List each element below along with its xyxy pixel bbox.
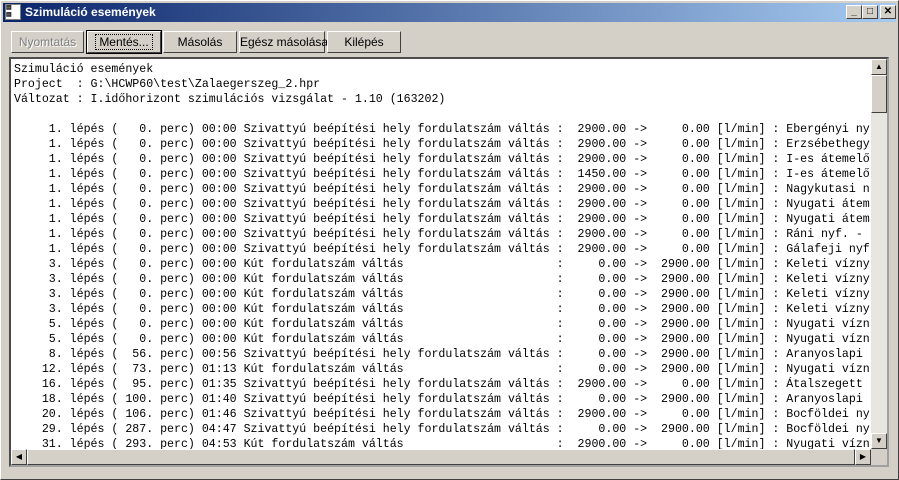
report-line: 8. lépés ( 56. perc) 00:56 Szivattyú beé… [14, 348, 870, 361]
title-bar[interactable]: ▤ ▤ Szimuláció események _ □ ✕ [3, 3, 896, 22]
horizontal-scroll-thumb[interactable] [27, 449, 855, 465]
toolbar: Nyomtatás Mentés... Másolás Egész másolá… [3, 25, 896, 55]
vertical-scroll-thumb[interactable] [871, 75, 887, 113]
exit-button[interactable]: Kilépés [327, 31, 401, 53]
scroll-up-button[interactable]: ▲ [871, 59, 887, 75]
report-line: 1. lépés ( 0. perc) 00:00 Szivattyú beép… [14, 228, 870, 241]
window-title: Szimuláció események [25, 5, 156, 19]
minimize-button[interactable]: _ [846, 5, 862, 19]
scroll-right-button[interactable]: ▶ [855, 449, 871, 465]
report-line [14, 107, 870, 122]
report-line: 1. lépés ( 0. perc) 00:00 Szivattyú beép… [14, 183, 870, 196]
report-line: 16. lépés ( 95. perc) 01:35 Szivattyú be… [14, 378, 870, 391]
report-line: 18. lépés ( 100. perc) 01:40 Szivattyú b… [14, 393, 870, 406]
save-button[interactable]: Mentés... [86, 30, 162, 54]
report-line: 29. lépés ( 287. perc) 04:47 Szivattyú b… [14, 423, 870, 436]
report-line: 3. lépés ( 0. perc) 00:00 Kút fordulatsz… [14, 273, 870, 286]
window: ▤ ▤ Szimuláció események _ □ ✕ Nyomtatás … [0, 0, 899, 480]
save-button-label: Mentés... [95, 34, 153, 50]
report-line: 1. lépés ( 0. perc) 00:00 Szivattyú beép… [14, 243, 870, 256]
horizontal-scrollbar[interactable]: ◀ ▶ [11, 449, 871, 465]
exit-button-label: Kilépés [344, 35, 384, 49]
copy-all-button-label: Egész másolása [240, 35, 329, 49]
report-line: 1. lépés ( 0. perc) 00:00 Szivattyú beép… [14, 153, 870, 166]
report-line: 1. lépés ( 0. perc) 00:00 Szivattyú beép… [14, 213, 870, 226]
report-line: 31. lépés ( 293. perc) 04:53 Kút fordula… [14, 438, 870, 449]
app-icon[interactable]: ▤ ▤ [5, 4, 21, 20]
report-line: 1. lépés ( 0. perc) 00:00 Szivattyú beép… [14, 198, 870, 211]
report-line: 1. lépés ( 0. perc) 00:00 Szivattyú beép… [14, 138, 870, 151]
copy-button[interactable]: Másolás [163, 31, 237, 53]
copy-all-button[interactable]: Egész másolása [239, 31, 329, 53]
scrollbar-corner [871, 449, 887, 465]
report-line: 20. lépés ( 106. perc) 01:46 Szivattyú b… [14, 408, 870, 421]
report-content[interactable]: Szimuláció események Project : G:\HCWP60\… [14, 62, 870, 449]
scroll-down-button[interactable]: ▼ [871, 433, 887, 449]
report-line: Változat : I.időhorizont szimulációs viz… [14, 93, 446, 106]
scroll-left-button[interactable]: ◀ [11, 449, 27, 465]
report-text-area[interactable]: Szimuláció események Project : G:\HCWP60\… [9, 57, 889, 467]
maximize-button[interactable]: □ [862, 5, 878, 19]
report-line: 3. lépés ( 0. perc) 00:00 Kút fordulatsz… [14, 258, 870, 271]
close-button[interactable]: ✕ [880, 5, 896, 19]
copy-button-label: Másolás [177, 35, 223, 49]
report-line: 3. lépés ( 0. perc) 00:00 Kút fordulatsz… [14, 288, 870, 301]
report-line: Szimuláció események [14, 63, 154, 76]
report-line: 5. lépés ( 0. perc) 00:00 Kút fordulatsz… [14, 318, 870, 331]
print-button[interactable]: Nyomtatás [11, 31, 84, 53]
vertical-scrollbar[interactable]: ▲ ▼ [871, 59, 887, 449]
report-line: 1. lépés ( 0. perc) 00:00 Szivattyú beép… [14, 168, 870, 181]
report-line: 1. lépés ( 0. perc) 00:00 Szivattyú beép… [14, 123, 870, 136]
report-line: 5. lépés ( 0. perc) 00:00 Kút fordulatsz… [14, 333, 870, 346]
report-line: 12. lépés ( 73. perc) 01:13 Kút fordulat… [14, 363, 870, 376]
report-line: 3. lépés ( 0. perc) 00:00 Kút fordulatsz… [14, 303, 870, 316]
print-button-label: Nyomtatás [18, 35, 77, 49]
report-line: Project : G:\HCWP60\test\Zalaegerszeg_2.… [14, 78, 321, 91]
